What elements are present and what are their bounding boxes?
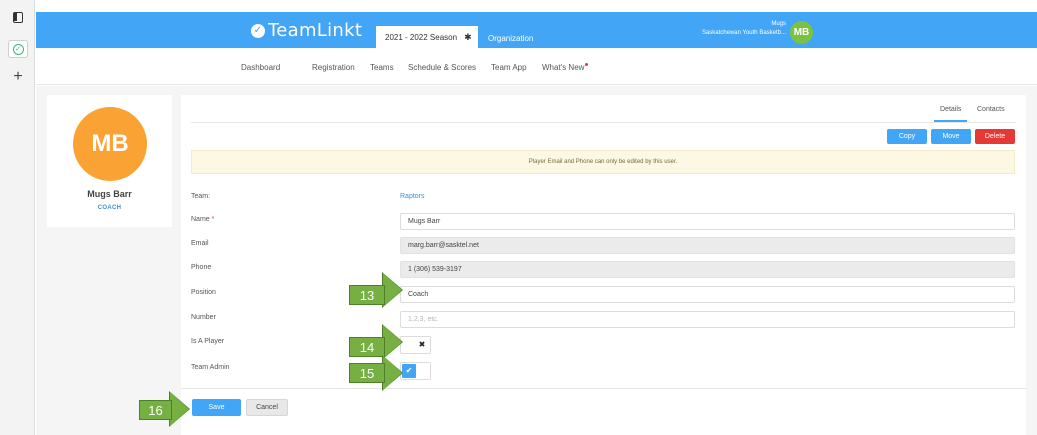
check-circle-icon[interactable]: ✓ bbox=[8, 40, 28, 58]
divider bbox=[181, 388, 1026, 389]
nav-team-app[interactable]: Team App bbox=[491, 63, 527, 72]
team-admin-label: Team Admin bbox=[191, 364, 230, 371]
name-label: Name * bbox=[191, 216, 215, 223]
number-input[interactable]: 1,2,3, etc. bbox=[400, 311, 1015, 328]
organization-tab[interactable]: Organization bbox=[488, 34, 533, 43]
callout-16: 16 bbox=[139, 400, 172, 420]
gear-icon[interactable]: ✱ bbox=[464, 32, 472, 43]
x-icon: ✖ bbox=[418, 340, 426, 349]
callout-arrow bbox=[170, 392, 189, 426]
notice-banner: Player Email and Phone can only be edite… bbox=[191, 150, 1015, 174]
profile-card: MB Mugs Barr COACH bbox=[47, 95, 172, 227]
copy-button[interactable]: Copy bbox=[887, 129, 927, 144]
cancel-button[interactable]: Cancel bbox=[246, 399, 288, 416]
save-button[interactable]: Save bbox=[192, 399, 241, 416]
callout-13: 13 bbox=[349, 285, 385, 305]
panel-icon[interactable] bbox=[8, 8, 28, 26]
callout-arrow bbox=[383, 356, 402, 390]
callout-14: 14 bbox=[349, 337, 385, 357]
tab-details[interactable]: Details bbox=[940, 106, 961, 113]
callout-15: 15 bbox=[349, 363, 385, 383]
phone-field: 1 (306) 539-3197 bbox=[400, 261, 1015, 278]
teamlinkt-logo[interactable]: ✓ TeamLinkt bbox=[251, 20, 362, 41]
email-field: marg.barr@sasktel.net bbox=[400, 237, 1015, 254]
profile-role: COACH bbox=[97, 205, 122, 211]
user-organization: Saskatchewan Youth Basketb... bbox=[701, 30, 786, 36]
position-label: Position bbox=[191, 289, 216, 296]
user-avatar[interactable]: MB bbox=[790, 21, 813, 44]
divider bbox=[191, 122, 1016, 123]
is-player-toggle[interactable]: ✖ bbox=[400, 336, 431, 354]
profile-name: Mugs Barr bbox=[87, 189, 132, 199]
user-menu[interactable]: Mugs Saskatchewan Youth Basketb... bbox=[656, 20, 786, 38]
browser-side-rail: ✓ + bbox=[0, 0, 35, 435]
nav-teams[interactable]: Teams bbox=[370, 63, 394, 72]
plus-icon[interactable]: + bbox=[8, 68, 28, 86]
profile-avatar: MB bbox=[73, 107, 147, 181]
logo-check-icon: ✓ bbox=[251, 23, 265, 38]
nav-schedule-scores[interactable]: Schedule & Scores bbox=[408, 63, 476, 72]
main-nav: Dashboard Registration Teams Schedule & … bbox=[36, 48, 1037, 85]
move-button[interactable]: Move bbox=[931, 129, 971, 144]
team-label: Team: bbox=[191, 193, 211, 200]
nav-dashboard[interactable]: Dashboard bbox=[241, 63, 280, 72]
name-input[interactable]: Mugs Barr bbox=[400, 213, 1015, 230]
check-icon: ✔ bbox=[402, 364, 416, 378]
callout-arrow bbox=[383, 325, 402, 359]
required-marker: * bbox=[211, 216, 215, 223]
season-selector-tab[interactable]: 2021 - 2022 Season ✱ bbox=[376, 26, 478, 48]
email-label: Email bbox=[191, 240, 209, 247]
phone-label: Phone bbox=[191, 264, 212, 271]
details-panel: Details Contacts Copy Move Delete Player… bbox=[181, 95, 1026, 435]
team-admin-toggle[interactable]: ✔ bbox=[400, 362, 431, 380]
nav-whats-new[interactable]: What's New bbox=[542, 63, 589, 72]
delete-button[interactable]: Delete bbox=[975, 129, 1015, 144]
is-player-label: Is A Player bbox=[191, 338, 225, 345]
top-bar: ✓ TeamLinkt 2021 - 2022 Season ✱ Organiz… bbox=[36, 12, 1037, 48]
tab-contacts[interactable]: Contacts bbox=[977, 106, 1005, 113]
number-label: Number bbox=[191, 314, 216, 321]
callout-arrow bbox=[383, 273, 402, 307]
team-link[interactable]: Raptors bbox=[400, 193, 425, 200]
nav-registration[interactable]: Registration bbox=[312, 63, 355, 72]
new-indicator-dot bbox=[585, 63, 589, 66]
user-name: Mugs bbox=[771, 21, 786, 27]
position-input[interactable]: Coach bbox=[400, 286, 1015, 303]
